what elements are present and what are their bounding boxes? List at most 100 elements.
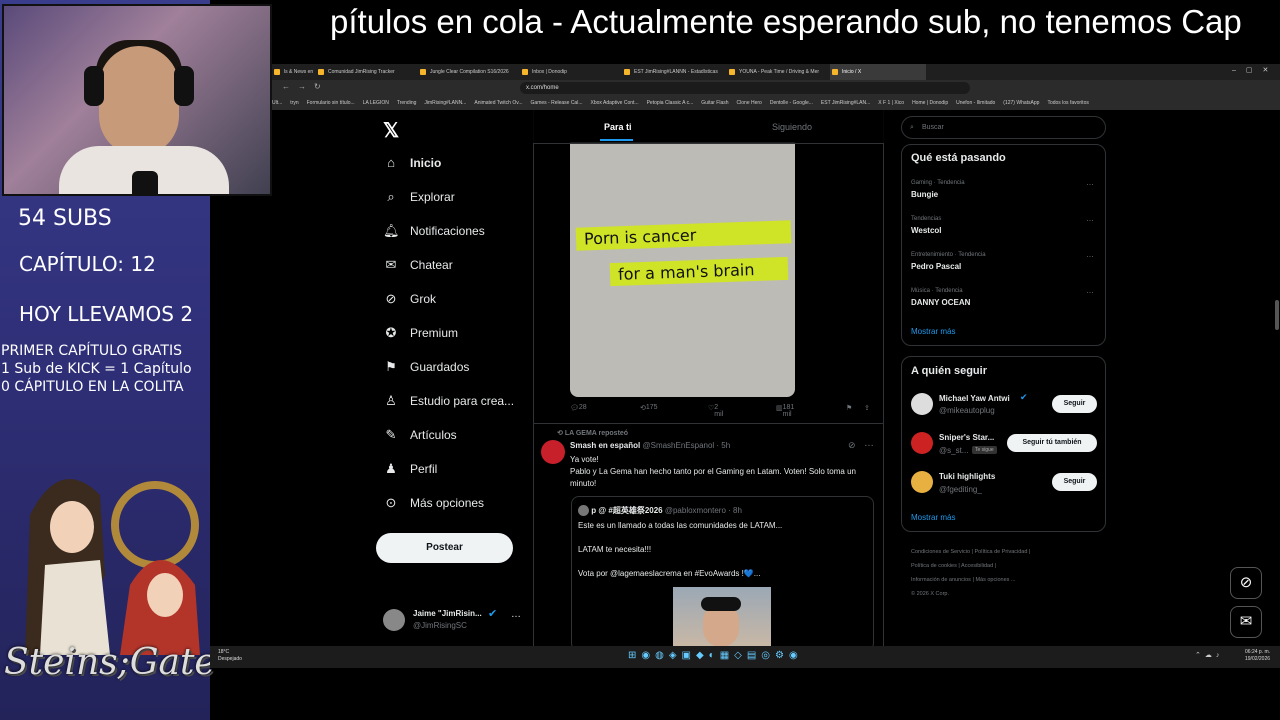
verified-badge-icon: ✔	[488, 608, 498, 620]
today-counter: HOY LLEVAMOS 2	[19, 302, 194, 326]
bookmark[interactable]: Home | Donodip	[912, 100, 948, 106]
bookmark[interactable]: Unefon - Ilimitado	[956, 100, 995, 106]
more-dots-icon[interactable]: …	[511, 609, 521, 620]
bookmark-icon[interactable]: ⚑	[846, 404, 852, 412]
x-logo-icon[interactable]: 𝕏	[383, 118, 399, 143]
avatar[interactable]	[911, 393, 933, 415]
nav-explore[interactable]: ⌕ Explorar	[383, 186, 454, 208]
grok-icon: ⊘	[385, 291, 397, 306]
avatar[interactable]	[911, 432, 933, 454]
quoted-image[interactable]	[673, 587, 771, 647]
messages-fab-icon[interactable]: ✉	[1230, 606, 1262, 638]
browser-tab-active[interactable]: Inicio / X	[830, 64, 926, 80]
follow-back-button[interactable]: Seguir tú también	[1007, 434, 1097, 452]
steins-gate-logo: Steins;Gate	[4, 642, 216, 683]
account-name: Jaime "JimRisin...	[413, 609, 482, 618]
share-icon[interactable]: ⇪	[864, 404, 870, 412]
divider	[533, 423, 884, 424]
more-dots-icon[interactable]: …	[1086, 214, 1094, 223]
account-switcher[interactable]: Jaime "JimRisin... @JimRisingSC ✔ …	[383, 607, 523, 635]
bookmark[interactable]: Clone Hero	[737, 100, 762, 106]
follow-name[interactable]: Tuki highlights	[939, 472, 995, 481]
bookmark[interactable]: Animated Twitch Ov...	[474, 100, 522, 106]
nav-profile[interactable]: ♟ Perfil	[383, 458, 437, 480]
post-image[interactable]: Porn is cancer for a man's brain	[570, 142, 795, 397]
trend-item[interactable]: Pedro Pascal	[911, 262, 961, 271]
tab-for-you[interactable]: Para ti	[604, 122, 632, 132]
browser-tab[interactable]: EST JimRising#LANNN - Estadísticas	[622, 64, 722, 80]
browser-tab[interactable]: ls & News en	[272, 64, 314, 80]
address-bar[interactable]: x.com/home	[520, 82, 970, 94]
avatar[interactable]	[911, 471, 933, 493]
reply-button[interactable]: 💬︎ 28	[570, 404, 587, 412]
quoted-author: p @ #超英雄祭2026 @pabloxmontero · 8h	[578, 505, 742, 517]
nav-articles[interactable]: ✎ Artículos	[383, 424, 457, 446]
nav-home[interactable]: ⌂ Inicio	[383, 152, 441, 174]
follow-name[interactable]: Michael Yaw Antwi	[939, 394, 1010, 403]
grok-fab-icon[interactable]: ⊘	[1230, 567, 1262, 599]
nav-chat[interactable]: ✉ Chatear	[383, 254, 453, 276]
more-dots-icon[interactable]: …	[1086, 286, 1094, 295]
nav-more[interactable]: ⊙ Más opciones	[383, 492, 485, 514]
browser-tab[interactable]: Comunidad JimRising Tracker	[316, 64, 416, 80]
bookmark[interactable]: Xbox Adaptive Cont...	[591, 100, 639, 106]
bookmark[interactable]: tryn	[290, 100, 298, 106]
show-more-link[interactable]: Mostrar más	[911, 327, 955, 336]
bookmark[interactable]: Formulario sin título...	[307, 100, 355, 106]
trend-item[interactable]: Bungie	[911, 190, 938, 199]
nav-creator-studio[interactable]: ♙ Estudio para crea...	[383, 390, 514, 412]
show-more-link[interactable]: Mostrar más	[911, 513, 955, 522]
browser-tab[interactable]: Jungle Clear Compilation S16/2026	[418, 64, 518, 80]
rule-line: 1 Sub de KICK = 1 Capítulo	[1, 361, 192, 377]
nav-premium[interactable]: ✪ Premium	[383, 322, 458, 344]
taskbar-apps[interactable]: ⊞◉◍◈▣◆◐▦◇▤◎⚙◉	[628, 650, 803, 661]
bookmark[interactable]: Guitar Flash	[701, 100, 728, 106]
bookmark[interactable]: Dentolle - Google...	[770, 100, 813, 106]
views-button[interactable]: ▥ 181 mil	[776, 404, 794, 418]
bookmark[interactable]: Petopia Classic A c...	[647, 100, 694, 106]
bookmark-icon: ⚑	[385, 359, 397, 374]
window-controls[interactable]: –▢✕	[1232, 66, 1278, 74]
browser-tab[interactable]: YOUNA - Peak Time / Driving & Mer	[727, 64, 827, 80]
tab-following[interactable]: Siguiendo	[772, 122, 812, 132]
nav-grok[interactable]: ⊘ Grok	[383, 288, 436, 310]
nav-notifications[interactable]: 🔔︎ Notificaciones	[383, 220, 485, 242]
bookmark[interactable]: Trending	[397, 100, 417, 106]
bookmark[interactable]: JimRising#LANN...	[424, 100, 466, 106]
bookmark[interactable]: Games - Release Cal...	[531, 100, 583, 106]
scrollbar[interactable]	[1275, 300, 1279, 330]
follow-button[interactable]: Seguir	[1052, 395, 1097, 413]
like-button[interactable]: ♡ 2 mil	[708, 404, 723, 418]
more-dots-icon[interactable]: …	[1086, 250, 1094, 259]
nav-saved[interactable]: ⚑ Guardados	[383, 356, 469, 378]
bell-icon: 🔔︎	[383, 223, 400, 238]
bookmark[interactable]: EST JimRising#LAN...	[821, 100, 870, 106]
follow-name[interactable]: Sniper's Star...	[939, 433, 994, 442]
follow-button[interactable]: Seguir	[1052, 473, 1097, 491]
repost-button[interactable]: ⟲ 175	[640, 404, 658, 412]
trend-item[interactable]: DANNY OCEAN	[911, 298, 970, 307]
more-dots-icon[interactable]: …	[864, 438, 874, 449]
follows-you-badge: Te sigue	[972, 446, 997, 454]
system-tray[interactable]: ⌃☁♪	[1195, 651, 1223, 659]
weather-widget[interactable]: 18°C Despejado	[218, 649, 242, 663]
bookmark[interactable]: X F 1 | Xico	[878, 100, 904, 106]
post-author[interactable]: Smash en español @SmashEnEspanol · 5h	[570, 441, 730, 450]
bookmark[interactable]: Todos los favoritos	[1047, 100, 1088, 106]
avatar[interactable]	[541, 440, 565, 464]
nav-arrows-icon[interactable]: ←→↻	[282, 82, 329, 91]
bookmark[interactable]: (127) WhatsApp	[1003, 100, 1039, 106]
search-icon: ⌕	[910, 124, 914, 131]
search-input[interactable]: ⌕ Buscar	[901, 116, 1106, 139]
rule-line: 0 CÁPITULO EN LA COLITA	[1, 379, 184, 395]
post-button[interactable]: Postear	[376, 533, 513, 563]
clock[interactable]: 06:24 p. m. 19/02/2026	[1245, 649, 1270, 663]
card-title: Qué está pasando	[911, 152, 1006, 164]
grok-icon[interactable]: ⊘	[848, 440, 856, 451]
browser-tab[interactable]: Inbox | Donodip	[520, 64, 620, 80]
bookmark[interactable]: Ult...	[272, 100, 282, 106]
trend-item[interactable]: Westcol	[911, 226, 942, 235]
card-title: A quién seguir	[911, 365, 987, 377]
bookmark[interactable]: LA LEGION	[363, 100, 389, 106]
more-dots-icon[interactable]: …	[1086, 178, 1094, 187]
